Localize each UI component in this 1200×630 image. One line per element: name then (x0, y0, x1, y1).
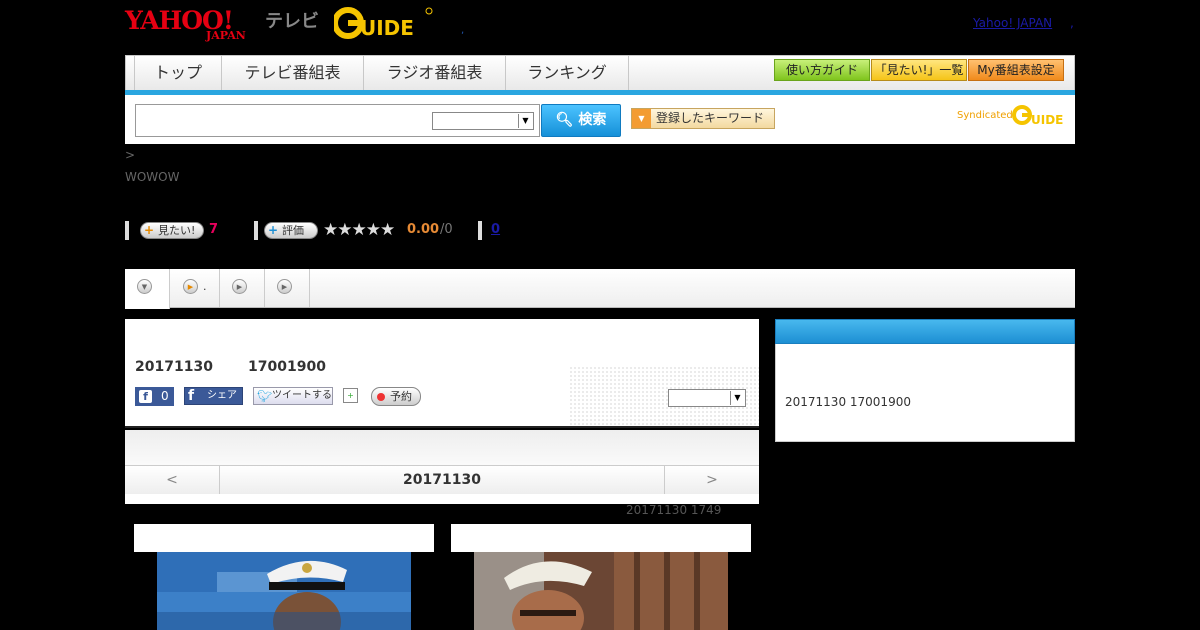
divider (125, 221, 129, 240)
tab-2[interactable]: ▶ . (170, 269, 220, 307)
facebook-share-button[interactable]: f シェア (184, 387, 243, 405)
header-separator: , (461, 25, 465, 36)
card-header (451, 524, 751, 552)
page: YAHOO! JAPAN テレビ UIDE , Yahoo! JAPAN , ト… (0, 0, 1200, 630)
record-button[interactable]: 予約 (371, 387, 421, 406)
gguide-small-icon: UIDE (1012, 105, 1063, 127)
card-header (134, 524, 434, 552)
rating-score: 0.00 (407, 222, 440, 237)
program-panel: 20171130 17001900 f 0 f シェア 🐦︎ ツイートする + … (125, 319, 759, 428)
facebook-share-label: シェア (207, 390, 237, 401)
japan-logo-text: JAPAN (206, 29, 246, 42)
nav-tab-radio-schedule[interactable]: ラジオ番組表 (363, 56, 505, 91)
my-schedule-button[interactable]: My番組表設定 (968, 59, 1064, 81)
search-button[interactable]: 🔍︎ 検索 (541, 104, 621, 137)
yahoo-japan-logo[interactable]: YAHOO! JAPAN (125, 6, 265, 42)
panel-select[interactable]: ▼ (668, 389, 746, 407)
yahoo-japan-link[interactable]: Yahoo! JAPAN (973, 16, 1052, 30)
program-tabs: ▼ ▶ . ▶ ▶ (125, 269, 1075, 309)
prev-day-button[interactable]: < (125, 466, 220, 494)
main-nav: トップ テレビ番組表 ラジオ番組表 ランキング 使い方ガイド 「見たい!」一覧 … (125, 55, 1075, 92)
play-icon: ▶ (232, 279, 247, 294)
program-thumbnail[interactable] (157, 552, 411, 630)
tab-detail[interactable]: ▼ (125, 269, 170, 309)
plus-icon: + (268, 223, 279, 237)
svg-text:UIDE: UIDE (360, 16, 414, 40)
air-date: 20171130 (135, 359, 213, 375)
panel-strip (125, 430, 759, 465)
want-to-watch-button[interactable]: + 見たい! (140, 222, 204, 239)
play-icon: ▶ (277, 279, 292, 294)
sidebar-header (775, 319, 1075, 344)
tv-label: テレビ (265, 11, 319, 32)
photo-cook-image (474, 552, 728, 630)
program-thumbnail[interactable] (474, 552, 728, 630)
tab-2-label: . (203, 280, 207, 293)
nav-tab-tv-schedule[interactable]: テレビ番組表 (221, 56, 363, 91)
record-label: 予約 (390, 390, 412, 403)
current-date: 20171130 (403, 472, 481, 488)
want-count: 7 (209, 222, 219, 237)
syndicated-gguide-logo: UIDE (1012, 103, 1070, 127)
want-list-button[interactable]: 「見たい!」一覧 (871, 59, 967, 81)
play-icon: ▶ (183, 279, 198, 294)
chevron-down-icon: ▼ (137, 279, 152, 294)
chevron-down-icon: ▼ (730, 391, 744, 405)
review-count-link[interactable]: 0 (491, 222, 500, 237)
updated-timestamp: 20171130 1749 (626, 503, 722, 517)
search-icon: 🔍︎ (555, 112, 574, 128)
channel-name: WOWOW (125, 170, 180, 184)
dropdown-icon: ▼ (632, 109, 651, 128)
facebook-icon: f (139, 390, 152, 403)
nav-tab-ranking[interactable]: ランキング (505, 56, 629, 91)
link-separator: , (1070, 16, 1074, 30)
divider (254, 221, 258, 240)
guide-button[interactable]: 使い方ガイド (774, 59, 870, 81)
twitter-bird-icon: 🐦︎ (257, 389, 273, 403)
tweet-label: ツイートする (272, 390, 332, 401)
tab-3[interactable]: ▶ (220, 269, 265, 307)
next-day-button[interactable]: > (664, 466, 759, 494)
want-to-watch-label: 見たい! (158, 224, 196, 237)
photo-sailor-image (157, 552, 411, 630)
divider (478, 221, 482, 240)
rate-button[interactable]: + 評価 (264, 222, 318, 239)
rating-total: /0 (440, 222, 453, 237)
rate-label: 評価 (282, 224, 304, 237)
plus-icon: + (144, 223, 155, 237)
chevron-down-icon: ▼ (518, 114, 532, 128)
air-time: 17001900 (248, 359, 326, 375)
facebook-like-count: 0 (161, 389, 169, 403)
svg-text:UIDE: UIDE (1031, 113, 1063, 127)
tweet-button[interactable]: 🐦︎ ツイートする (253, 387, 333, 405)
saved-keywords-label: 登録したキーワード (656, 111, 765, 125)
record-dot-icon (377, 393, 385, 401)
gguide-logo-icon: UIDE (332, 7, 433, 40)
saved-keywords-button[interactable]: ▼ 登録したキーワード (631, 108, 775, 129)
calendar-add-icon[interactable]: + (343, 388, 358, 403)
search-button-label: 検索 (578, 112, 607, 128)
breadcrumb[interactable]: > (125, 148, 135, 162)
rating-stars: ★★★★★ (323, 220, 395, 240)
date-navigation: < 20171130 > (125, 465, 759, 494)
syndicated-label: Syndicated (957, 110, 1013, 121)
nav-tab-top[interactable]: トップ (134, 56, 221, 91)
gguide-logo[interactable]: UIDE (332, 6, 434, 40)
tab-4[interactable]: ▶ (265, 269, 310, 307)
sidebar-box: 20171130 17001900 (775, 344, 1075, 442)
search-genre-select[interactable]: ▼ (432, 112, 534, 130)
sidebar-airtime: 20171130 17001900 (785, 395, 911, 409)
facebook-like-button[interactable]: f 0 (135, 387, 174, 406)
facebook-icon: f (188, 388, 195, 404)
search-area: ▼ 🔍︎ 検索 ▼ 登録したキーワード Syndicated UIDE (125, 95, 1075, 144)
